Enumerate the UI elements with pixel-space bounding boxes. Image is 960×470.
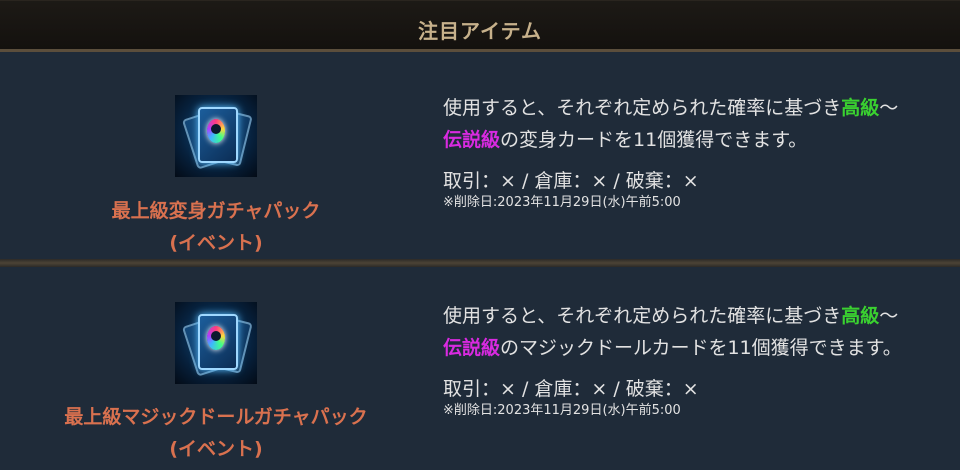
item-name-line2: (イベント)	[169, 232, 263, 254]
item-name[interactable]: 最上級変身ガチャパック (イベント)	[112, 195, 321, 259]
item-name-line2: (イベント)	[169, 438, 263, 460]
description-text-end: のマジックドールカードを11個獲得できます。	[500, 337, 902, 359]
description-text: 使用すると、それぞれ定められた確率に基づき	[443, 97, 842, 119]
item-divider	[0, 259, 960, 267]
item-left-column: 最上級変身ガチャパック (イベント)	[0, 52, 432, 259]
grade-legend: 伝説級	[443, 129, 501, 151]
description-text-end: の変身カードを11個獲得できます。	[500, 129, 808, 151]
range-tilde: ～	[879, 97, 899, 119]
featured-item: 最上級変身ガチャパック (イベント) 使用すると、それぞれ定められた確率に基づき…	[0, 52, 960, 259]
range-tilde: ～	[879, 305, 899, 327]
grade-high: 高級	[841, 305, 880, 327]
item-details: 使用すると、それぞれ定められた確率に基づき高級～ 伝説級の変身カードを11個獲得で…	[443, 52, 950, 211]
delete-date: ※削除日:2023年11月29日(水)午前5:00	[443, 403, 681, 418]
item-name-line1: 最上級マジックドールガチャパック	[64, 406, 368, 428]
trade-restrictions: 取引：× / 倉庫：× / 破棄：×	[443, 170, 699, 192]
item-left-column: 最上級マジックドールガチャパック (イベント)	[0, 267, 432, 470]
item-description: 使用すると、それぞれ定められた確率に基づき高級～ 伝説級のマジックドールカードを1…	[443, 300, 950, 364]
delete-date: ※削除日:2023年11月29日(水)午前5:00	[443, 195, 681, 210]
transform-card-pack-icon[interactable]	[175, 95, 257, 177]
item-name[interactable]: 最上級マジックドールガチャパック (イベント)	[64, 401, 367, 465]
featured-item: 最上級マジックドールガチャパック (イベント) 使用すると、それぞれ定められた確…	[0, 267, 960, 470]
item-description: 使用すると、それぞれ定められた確率に基づき高級～ 伝説級の変身カードを11個獲得で…	[443, 92, 950, 156]
item-name-line1: 最上級変身ガチャパック	[111, 200, 321, 222]
magic-doll-card-pack-icon[interactable]	[175, 302, 257, 384]
item-details: 使用すると、それぞれ定められた確率に基づき高級～ 伝説級のマジックドールカードを1…	[443, 267, 950, 419]
grade-legend: 伝説級	[443, 337, 501, 359]
section-header: 注目アイテム	[0, 0, 960, 52]
grade-high: 高級	[841, 97, 880, 119]
description-text: 使用すると、それぞれ定められた確率に基づき	[443, 305, 842, 327]
section-title: 注目アイテム	[418, 19, 542, 43]
trade-restrictions: 取引：× / 倉庫：× / 破棄：×	[443, 378, 699, 400]
